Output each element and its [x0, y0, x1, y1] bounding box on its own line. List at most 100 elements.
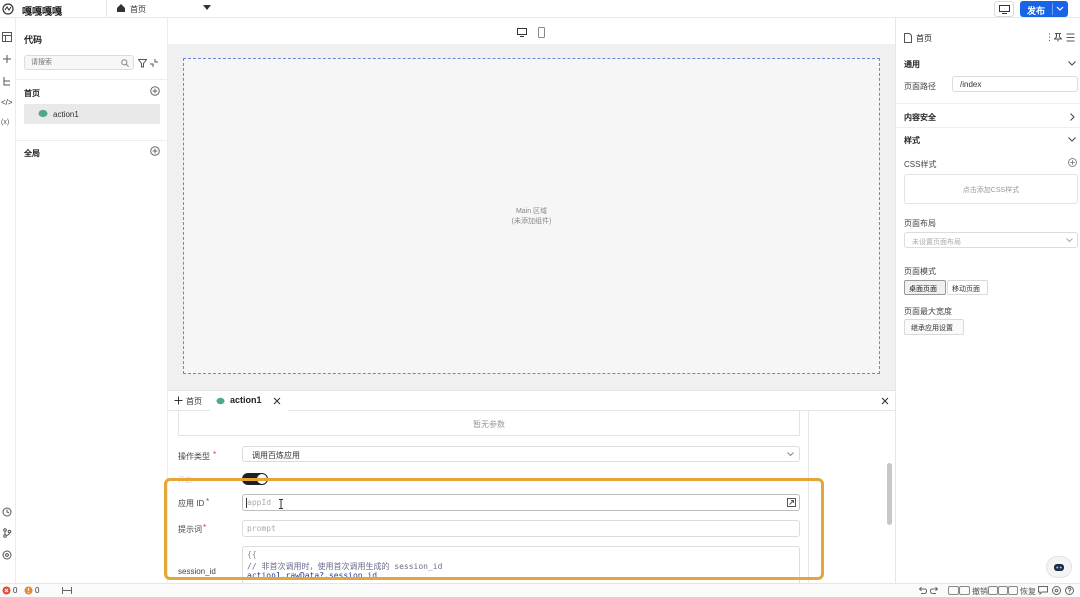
activity-bar: </> (x): [0, 18, 16, 583]
desktop-view-icon[interactable]: [517, 28, 527, 37]
max-width-label: 页面最大宽度: [904, 307, 952, 316]
inherit-button[interactable]: 继承应用设置: [904, 319, 964, 335]
search-input[interactable]: [31, 57, 116, 68]
chevron-right-icon[interactable]: [1070, 113, 1075, 121]
comment-icon[interactable]: [1038, 586, 1048, 595]
divider: [106, 0, 107, 18]
divider: [16, 79, 168, 80]
main-drop-zone[interactable]: Main 区域 (未添加组件): [183, 58, 880, 374]
collapse-panel-icon[interactable]: [881, 397, 889, 405]
main-hint: (未添加组件): [511, 218, 552, 225]
settings-icon[interactable]: [1052, 586, 1061, 595]
inherit-label: 继承应用设置: [911, 325, 953, 332]
page-mode-label: 页面模式: [904, 267, 936, 276]
tab-label: action1: [230, 395, 262, 405]
robot-icon: [1053, 562, 1065, 573]
chevron-down-icon: [203, 5, 211, 11]
section-style[interactable]: 样式: [904, 135, 920, 146]
list-item-action1[interactable]: action1: [24, 104, 160, 124]
code-panel: 代码 首页 action1 全局: [16, 18, 168, 583]
list-item-label: action1: [53, 110, 79, 119]
chevron-down-icon: [1066, 238, 1073, 243]
warning-count: 0: [35, 586, 40, 595]
properties-panel: 首页 ⋮ 通用 页面路径 /index 内容安全 样式 CSS样式 点击添加CS…: [895, 18, 1080, 583]
undo-icon[interactable]: [918, 586, 927, 595]
divider: [16, 140, 168, 141]
publish-button[interactable]: 发布: [1020, 1, 1068, 17]
redo-label[interactable]: 恢复: [1020, 586, 1036, 597]
section-global: 全局: [24, 149, 40, 158]
chevron-down-icon[interactable]: [1068, 137, 1076, 142]
mode-desktop-label: 桌面页面: [909, 286, 937, 293]
split-icon[interactable]: [62, 586, 72, 595]
divider: [896, 103, 1080, 104]
op-type-select[interactable]: 调用百炼应用: [242, 446, 800, 462]
params-empty: 暂无参数: [178, 411, 800, 436]
css-style-label: CSS样式: [904, 160, 937, 169]
device-toolbar: [168, 18, 895, 44]
scrollbar[interactable]: [887, 463, 892, 525]
pin-icon[interactable]: [1054, 33, 1062, 42]
layout-select[interactable]: 未设置页面布局: [904, 232, 1078, 248]
css-add-area[interactable]: 点击添加CSS样式: [904, 174, 1078, 204]
required-mark: *: [213, 450, 217, 459]
tree-icon[interactable]: [2, 76, 12, 86]
divider: [1052, 3, 1053, 15]
layout-icon[interactable]: [2, 32, 12, 42]
history-icon[interactable]: [2, 507, 12, 517]
panel-toggle-icon[interactable]: [1066, 33, 1075, 42]
collapse-icon[interactable]: [149, 58, 159, 68]
search-box[interactable]: [24, 55, 134, 70]
panel-title: 代码: [24, 35, 43, 45]
add-tab-icon[interactable]: [174, 396, 183, 405]
page-path-input[interactable]: /index: [952, 76, 1078, 92]
add-icon[interactable]: [2, 54, 12, 64]
more-icon[interactable]: ⋮: [1045, 32, 1054, 43]
section-general[interactable]: 通用: [904, 59, 920, 70]
action-icon: [216, 397, 225, 405]
warning-icon[interactable]: [24, 586, 33, 595]
page-selector[interactable]: 首页: [114, 2, 214, 16]
keyboard-shortcut-icon: [948, 586, 970, 595]
highlight-box: [164, 478, 824, 580]
mode-desktop-button[interactable]: 桌面页面: [904, 280, 946, 295]
mobile-view-icon[interactable]: [538, 27, 545, 38]
undo-label[interactable]: 撤销: [972, 586, 988, 597]
code-icon[interactable]: </>: [1, 98, 13, 107]
filter-icon[interactable]: [138, 59, 147, 68]
settings-icon[interactable]: [2, 550, 12, 560]
divider: [896, 127, 1080, 128]
redo-icon[interactable]: [930, 586, 939, 595]
chevron-down-icon[interactable]: [1056, 6, 1064, 12]
close-icon[interactable]: [273, 397, 281, 405]
monitor-icon: [999, 5, 1010, 14]
search-icon[interactable]: [121, 59, 129, 67]
error-icon[interactable]: [2, 586, 11, 595]
main-label: Main 区域: [515, 208, 548, 215]
branch-icon[interactable]: [2, 528, 12, 538]
action-editor: 首页 action1 暂无参数 操作类型 * 调用百炼应用 开启 应用 ID *…: [164, 390, 895, 584]
tab-action1[interactable]: action1: [210, 391, 288, 411]
add-action-icon[interactable]: [150, 86, 160, 96]
section-content-safety[interactable]: 内容安全: [904, 112, 936, 123]
assistant-button[interactable]: [1046, 556, 1072, 578]
tab-home[interactable]: 首页: [186, 396, 202, 407]
mode-mobile-button[interactable]: 移动页面: [947, 280, 988, 295]
add-css-icon[interactable]: [1068, 158, 1077, 167]
help-icon[interactable]: [1065, 586, 1074, 595]
layout-placeholder: 未设置页面布局: [912, 239, 961, 246]
op-type-label: 操作类型: [178, 452, 210, 461]
tab-bar: 首页 action1: [168, 391, 895, 411]
keyboard-shortcut-icon: [988, 586, 1018, 595]
mode-mobile-label: 移动页面: [952, 286, 980, 293]
app-logo-icon: [2, 3, 14, 15]
chevron-down-icon: [787, 452, 794, 457]
chevron-down-icon[interactable]: [1068, 61, 1076, 66]
page-path-value: /index: [960, 80, 982, 89]
preview-button[interactable]: [994, 1, 1014, 17]
no-params-text: 暂无参数: [473, 420, 505, 429]
page-path-label: 页面路径: [904, 82, 936, 91]
error-count: 0: [13, 586, 18, 595]
add-global-icon[interactable]: [150, 146, 160, 156]
variable-icon[interactable]: (x): [1, 119, 9, 126]
